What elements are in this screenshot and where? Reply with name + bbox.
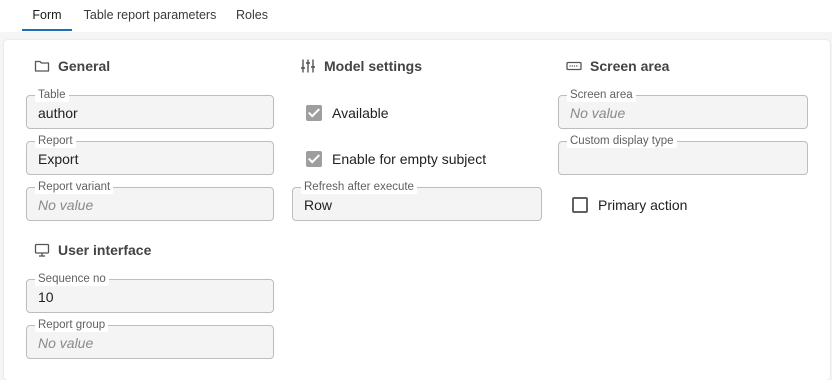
sliders-icon: [301, 59, 315, 73]
report-field[interactable]: Report Export: [26, 134, 274, 175]
enable-empty-subject-checkbox-label: Enable for empty subject: [332, 151, 487, 167]
folder-icon: [34, 60, 50, 72]
sequence-no-field[interactable]: Sequence no 10: [26, 272, 274, 313]
custom-display-type-field-label: Custom display type: [567, 134, 677, 148]
available-checkbox-box[interactable]: [306, 105, 322, 121]
screen-area-field-value: No value: [570, 105, 626, 121]
section-user-interface-label: User interface: [58, 242, 152, 258]
available-checkbox[interactable]: Available: [306, 103, 506, 123]
sequence-no-field-value: 10: [38, 289, 54, 305]
sequence-no-field-label: Sequence no: [35, 272, 109, 286]
report-group-field-label: Report group: [35, 318, 109, 332]
screen-area-field-label: Screen area: [567, 88, 636, 102]
primary-action-checkbox[interactable]: Primary action: [572, 195, 772, 215]
form-panel: General Model settings Screen area Table…: [4, 40, 830, 380]
refresh-after-execute-field-value: Row: [304, 197, 333, 213]
tab-table-report-parameters[interactable]: Table report parameters: [82, 0, 218, 30]
table-field[interactable]: Table author: [26, 88, 274, 129]
tab-bar: Form Table report parameters Roles: [0, 0, 832, 32]
report-group-field[interactable]: Report group No value: [26, 318, 274, 359]
enable-empty-subject-checkbox-box[interactable]: [306, 151, 322, 167]
primary-action-checkbox-box[interactable]: [572, 197, 588, 213]
table-field-value: author: [38, 105, 78, 121]
refresh-after-execute-field-label: Refresh after execute: [301, 180, 417, 194]
custom-display-type-field[interactable]: Custom display type: [558, 134, 808, 175]
screen-area-field[interactable]: Screen area No value: [558, 88, 808, 129]
section-model-settings-title: Model settings: [300, 56, 500, 76]
section-general-title: General: [34, 56, 234, 76]
table-field-label: Table: [35, 88, 69, 102]
report-field-label: Report: [35, 134, 76, 148]
section-model-settings-label: Model settings: [324, 58, 423, 74]
report-field-value: Export: [38, 151, 79, 167]
refresh-after-execute-field[interactable]: Refresh after execute Row: [292, 180, 542, 221]
report-variant-field-label: Report variant: [35, 180, 114, 194]
tab-form[interactable]: Form: [22, 0, 72, 30]
section-screen-area-label: Screen area: [590, 58, 670, 74]
monitor-icon: [34, 243, 50, 257]
report-variant-field-value: No value: [38, 197, 94, 213]
tab-roles[interactable]: Roles: [230, 0, 274, 30]
report-variant-field[interactable]: Report variant No value: [26, 180, 274, 221]
report-group-field-value: No value: [38, 335, 94, 351]
enable-empty-subject-checkbox[interactable]: Enable for empty subject: [306, 149, 526, 169]
primary-action-checkbox-label: Primary action: [598, 197, 688, 213]
keyboard-icon: [566, 61, 582, 71]
available-checkbox-label: Available: [332, 105, 389, 121]
section-screen-area-title: Screen area: [566, 56, 766, 76]
section-general-label: General: [58, 58, 111, 74]
active-tab-indicator: [22, 29, 72, 31]
section-user-interface-title: User interface: [34, 240, 234, 260]
